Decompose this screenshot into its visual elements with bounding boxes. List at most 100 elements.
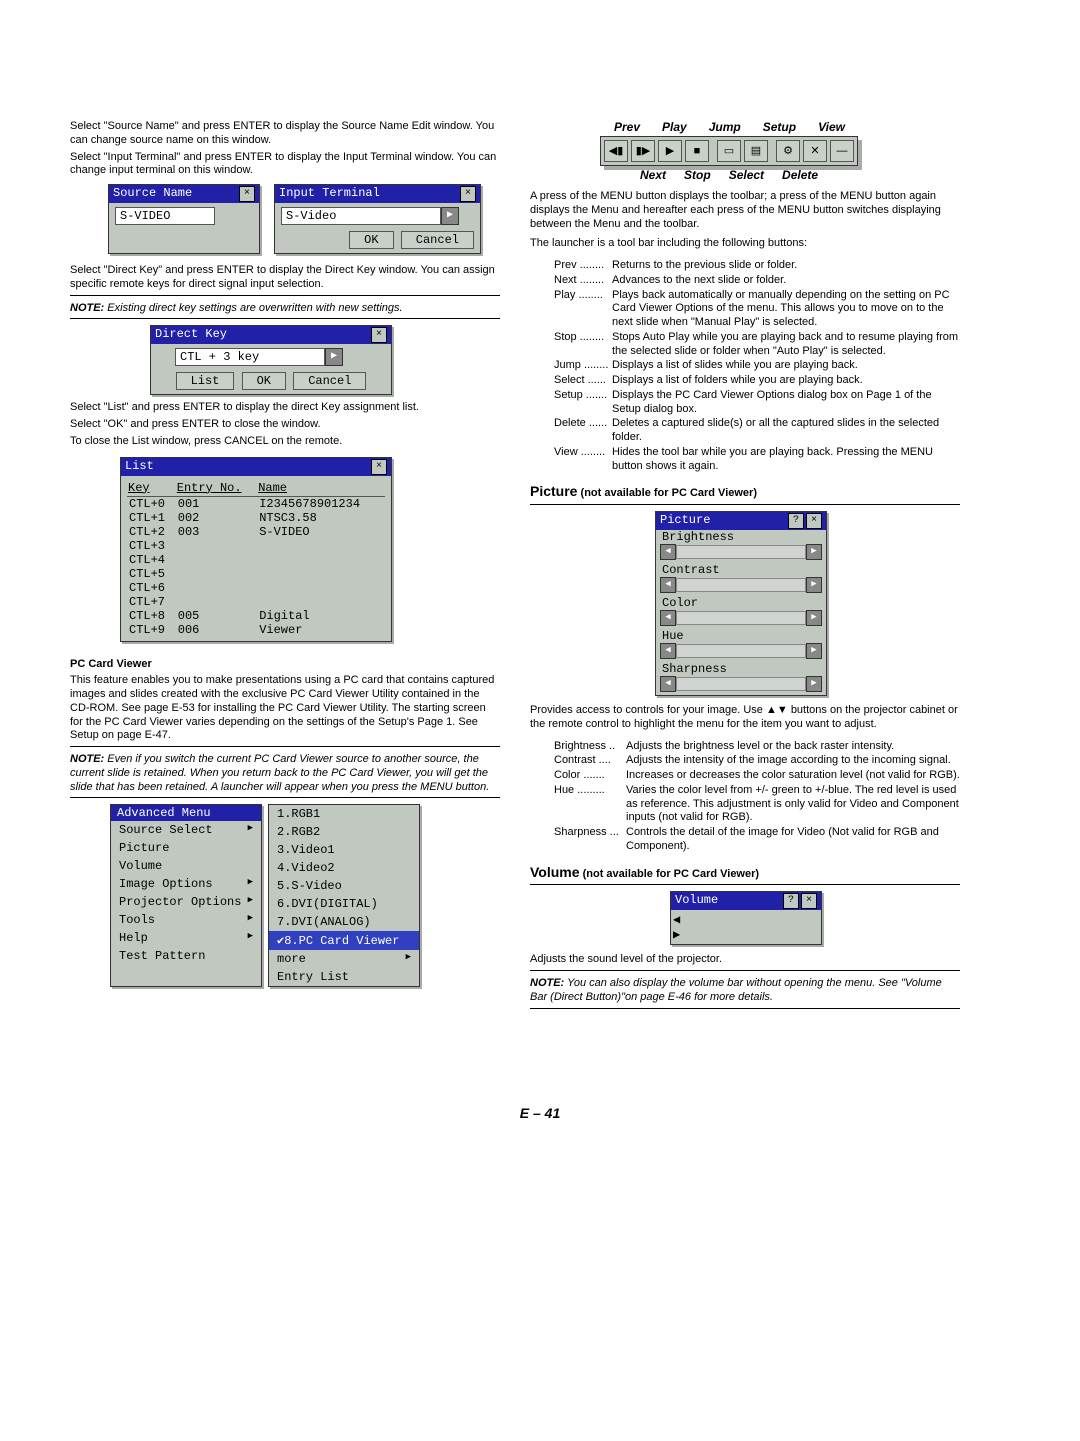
para: A press of the MENU button displays the … (530, 190, 960, 231)
slider-right-icon[interactable]: ▶ (806, 577, 822, 593)
toolbar-button[interactable]: ✕ (803, 140, 827, 162)
launcher-toolbar: ◀▮▮▶▶■ ▭▤ ⚙✕— (600, 136, 858, 166)
slider-left-icon[interactable]: ◀ (660, 676, 676, 692)
slider-left-icon[interactable]: ◀ (660, 544, 676, 560)
close-icon[interactable]: × (239, 186, 255, 202)
definition-row: Select ...... Displays a list of folders… (554, 374, 960, 388)
toolbar-button[interactable]: ▭ (717, 140, 741, 162)
menu-item[interactable]: Help▶ (111, 929, 261, 947)
picture-item: Brightness (656, 530, 826, 544)
note: NOTE: Existing direct key settings are o… (70, 302, 500, 316)
advanced-menu[interactable]: Advanced Menu Source Select▶PictureVolum… (110, 804, 262, 987)
definition-row: View ........ Hides the tool bar while y… (554, 446, 960, 474)
definition-row: Next ........ Advances to the next slide… (554, 274, 960, 288)
window-title: Volume (675, 893, 718, 909)
definition-row: Stop ........ Stops Auto Play while you … (554, 331, 960, 359)
toolbar-label: Next (640, 168, 666, 182)
toolbar-label: View (818, 120, 845, 134)
slider-left-icon[interactable]: ◀ (660, 577, 676, 593)
submenu-item[interactable]: 2.RGB2 (269, 823, 419, 841)
para: Adjusts the sound level of the projector… (530, 953, 960, 967)
close-icon[interactable]: × (806, 513, 822, 529)
definition-row: Hue ......... Varies the color level fro… (554, 784, 960, 825)
window-title: Source Name (113, 186, 192, 202)
col-entry: Entry No. (176, 480, 257, 497)
list-button[interactable]: List (176, 372, 235, 390)
picture-item: Color (656, 596, 826, 610)
slider-left-icon[interactable]: ◀ (660, 643, 676, 659)
submenu-item[interactable]: more▶ (269, 950, 419, 968)
submenu-item[interactable]: 6.DVI(DIGITAL) (269, 895, 419, 913)
menu-item[interactable]: Picture (111, 839, 261, 857)
note: NOTE: Even if you switch the current PC … (70, 753, 500, 794)
submenu-item[interactable]: 4.Video2 (269, 859, 419, 877)
para: Select "Source Name" and press ENTER to … (70, 120, 500, 148)
slider-right-icon[interactable]: ▶ (806, 676, 822, 692)
toolbar-button[interactable]: ⚙ (776, 140, 800, 162)
submenu-item[interactable]: 1.RGB1 (269, 805, 419, 823)
slider[interactable] (676, 545, 806, 559)
note: NOTE: You can also display the volume ba… (530, 977, 960, 1005)
close-icon[interactable]: × (460, 186, 476, 202)
ok-button[interactable]: OK (242, 372, 286, 390)
dropdown-arrow-icon[interactable]: ▶ (325, 348, 343, 366)
table-row: CTL+8005Digital (127, 609, 385, 623)
slider-right-icon[interactable]: ▶ (673, 928, 680, 942)
direct-key-window: Direct Key × CTL + 3 key ▶ List OK Cance… (150, 325, 392, 395)
menu-item[interactable]: Volume (111, 857, 261, 875)
table-row: CTL+7 (127, 595, 385, 609)
slider-right-icon[interactable]: ▶ (806, 544, 822, 560)
source-select-submenu[interactable]: 1.RGB12.RGB23.Video14.Video25.S-Video6.D… (268, 804, 420, 987)
menu-item[interactable]: Projector Options▶ (111, 893, 261, 911)
close-icon[interactable]: × (371, 327, 387, 343)
source-name-input[interactable]: S-VIDEO (115, 207, 215, 225)
window-title: List (125, 459, 154, 475)
col-name: Name (257, 480, 385, 497)
table-row: CTL+0001I2345678901234 (127, 496, 385, 511)
list-window: List × Key Entry No. Name CTL+0001I23456… (120, 457, 392, 642)
ok-button[interactable]: OK (349, 231, 393, 249)
slider[interactable] (676, 578, 806, 592)
submenu-item[interactable]: Entry List (269, 968, 419, 986)
para: Select "List" and press ENTER to display… (70, 401, 500, 415)
definition-row: Jump ........ Displays a list of slides … (554, 359, 960, 373)
definition-row: Setup ....... Displays the PC Card Viewe… (554, 389, 960, 417)
menu-item[interactable]: Test Pattern (111, 947, 261, 965)
slider-right-icon[interactable]: ▶ (806, 610, 822, 626)
close-icon[interactable]: × (371, 459, 387, 475)
submenu-item[interactable]: 3.Video1 (269, 841, 419, 859)
slider[interactable] (676, 611, 806, 625)
input-terminal-window: Input Terminal × S-Video ▶ OK Cancel (274, 184, 481, 254)
slider-left-icon[interactable]: ◀ (660, 610, 676, 626)
slider[interactable] (676, 644, 806, 658)
direct-key-select[interactable]: CTL + 3 key (175, 348, 325, 366)
definition-row: Sharpness ... Controls the detail of the… (554, 826, 960, 854)
toolbar-button[interactable]: ▤ (744, 140, 768, 162)
cancel-button[interactable]: Cancel (293, 372, 366, 390)
toolbar-button[interactable]: ■ (685, 140, 709, 162)
submenu-item[interactable]: 7.DVI(ANALOG) (269, 913, 419, 931)
submenu-item[interactable]: ✔8.PC Card Viewer (269, 931, 419, 950)
volume-heading: Volume (not available for PC Card Viewer… (530, 864, 960, 882)
close-icon[interactable]: × (801, 893, 817, 909)
slider[interactable] (676, 677, 806, 691)
para: Select "OK" and press ENTER to close the… (70, 418, 500, 432)
toolbar-button[interactable]: ▮▶ (631, 140, 655, 162)
toolbar-button[interactable]: ◀▮ (604, 140, 628, 162)
input-terminal-select[interactable]: S-Video (281, 207, 441, 225)
dropdown-arrow-icon[interactable]: ▶ (441, 207, 459, 225)
cancel-button[interactable]: Cancel (401, 231, 474, 249)
toolbar-button[interactable]: — (830, 140, 854, 162)
toolbar-label: Jump (709, 120, 741, 134)
menu-item[interactable]: Source Select▶ (111, 821, 261, 839)
slider-left-icon[interactable]: ◀ (673, 913, 680, 927)
help-icon[interactable]: ? (783, 893, 799, 909)
help-icon[interactable]: ? (788, 513, 804, 529)
menu-item[interactable]: Image Options▶ (111, 875, 261, 893)
slider-right-icon[interactable]: ▶ (806, 643, 822, 659)
menu-item[interactable]: Tools▶ (111, 911, 261, 929)
source-name-window: Source Name × S-VIDEO (108, 184, 260, 254)
window-title: Picture (660, 513, 710, 529)
toolbar-button[interactable]: ▶ (658, 140, 682, 162)
submenu-item[interactable]: 5.S-Video (269, 877, 419, 895)
